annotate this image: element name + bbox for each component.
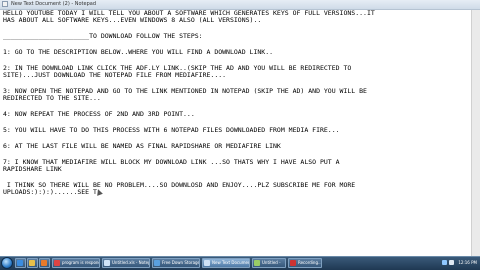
taskbar-item-label: program is respondin... [62,260,99,265]
text-line: I THINK SO THERE WILL BE NO PROBLEM....S… [3,182,356,189]
taskbar-item-label: New Text Document... [212,260,249,265]
text-line [3,173,471,182]
taskbar-item[interactable]: program is respondin... [52,258,100,268]
taskbar-item[interactable] [39,258,50,268]
taskbar-item[interactable]: Free Down Storage ... [152,258,200,268]
notepad-icon [204,260,210,266]
network-icon[interactable] [442,260,447,265]
text-line: SITE)...JUST DOWNLOAD THE NOTEPAD FILE F… [3,72,227,79]
text-line [3,24,471,33]
vertical-scrollbar[interactable] [471,10,480,257]
text-line: HELLO YOUTUBE TODAY I WILL TELL YOU ABOU… [3,10,375,17]
taskbar: program is respondin... Untitled.xls - No… [0,256,480,270]
text-line [3,56,471,65]
notepad-icon [104,260,110,266]
notepad-window: New Text Document (2) - Notepad HELLO YO… [0,0,480,257]
ie-icon [17,260,23,266]
title-bar[interactable]: New Text Document (2) - Notepad [0,0,480,10]
text-line [3,150,471,159]
text-line: 5: YOU WILL HAVE TO DO THIS PROCESS WITH… [3,127,340,134]
text-line: 2: IN THE DOWNLOAD LINK CLICK THE ADF.LY… [3,65,352,72]
taskbar-item-label: Untitled - [262,260,281,265]
text-line [3,40,471,49]
text-line [3,134,471,143]
app-icon [54,260,60,266]
text-editor[interactable]: HELLO YOUTUBE TODAY I WILL TELL YOU ABOU… [0,10,480,257]
taskbar-item[interactable] [15,258,26,268]
text-line [3,102,471,111]
taskbar-item-label: Recording... [298,260,322,265]
text-line: RAPIDSHARE LINK [3,166,62,173]
document-text[interactable]: HELLO YOUTUBE TODAY I WILL TELL YOU ABOU… [3,10,471,196]
paint-icon [254,260,260,266]
text-line [3,118,471,127]
folder-icon [29,260,35,266]
window-title: New Text Document (2) - Notepad [11,1,97,7]
volume-icon[interactable] [449,260,454,265]
taskbar-item[interactable]: Untitled.xls - Notep... [102,258,150,268]
text-line [3,79,471,88]
text-line: 4: NOW REPEAT THE PROCESS OF 2ND AND 3RD… [3,111,195,118]
record-icon [290,260,296,266]
taskbar-item-label: Untitled.xls - Notep... [112,260,149,265]
taskbar-item[interactable]: New Text Document... [202,258,250,268]
text-line: ______________________TO DOWNLOAD FOLLOW… [3,33,203,40]
text-line: HAS ABOUT ALL SOFTWARE KEYS...EVEN WINDO… [3,17,262,24]
taskbar-item[interactable]: Recording... [288,258,322,268]
text-line: 1: GO TO THE DESCRIPTION BELOW..WHERE YO… [3,49,274,56]
browser-icon [154,260,160,266]
text-line: 3: NOW OPEN THE NOTEPAD AND GO TO THE LI… [3,88,367,95]
taskbar-item[interactable]: Untitled - [252,258,286,268]
clock[interactable]: 12:16 PM [458,257,477,269]
notepad-icon [2,1,8,7]
text-line: UPLOADS:):):)......SEE T [3,189,97,196]
text-line: 7: I KNOW THAT MEDIAFIRE WILL BLOCK MY D… [3,159,340,166]
taskbar-item-label: Free Down Storage ... [162,260,200,265]
system-tray: 12:16 PM [440,257,480,269]
taskbar-item[interactable] [27,258,38,268]
text-line: 6: AT THE LAST FILE WILL BE NAMED AS FIN… [3,143,281,150]
start-button[interactable] [1,257,13,269]
media-icon [41,260,47,266]
text-line: REDIRECTED TO THE SITE... [3,95,101,102]
